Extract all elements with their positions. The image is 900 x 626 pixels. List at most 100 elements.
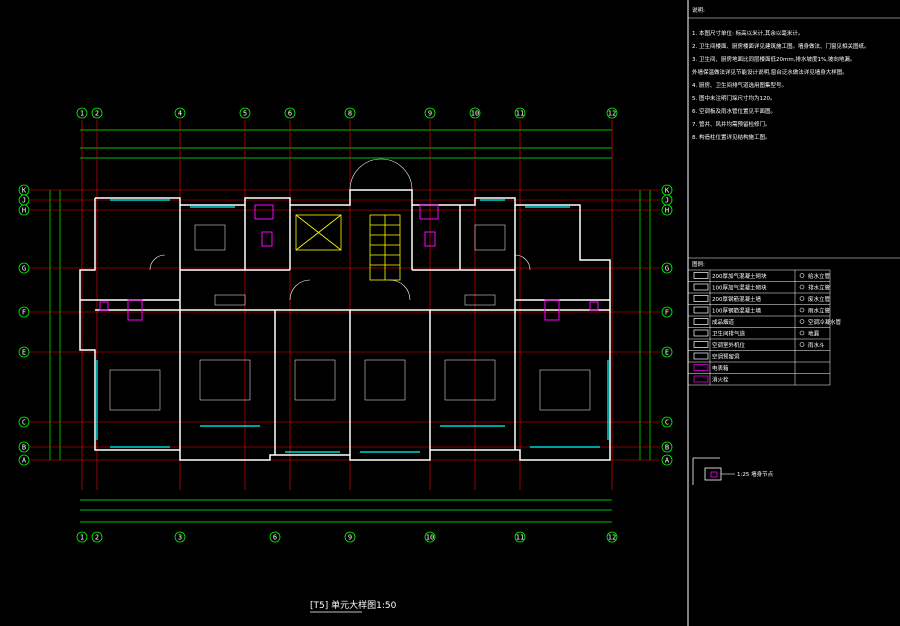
svg-text:电表箱: 电表箱 <box>712 364 729 372</box>
svg-text:200厚加气混凝土砌块: 200厚加气混凝土砌块 <box>712 272 767 280</box>
note-line: 6. 空调板及雨水管位置见平面图。 <box>692 107 776 115</box>
note-line: 外墙保温做法详见节能设计说明,窗台泛水做法详见墙身大样图。 <box>692 68 848 76</box>
svg-text:空调室外机位: 空调室外机位 <box>712 341 746 349</box>
svg-text:C: C <box>22 419 26 427</box>
svg-text:6: 6 <box>288 110 292 118</box>
axis-bubbles: 1 2 4 5 6 8 9 10 11 121 2 3 6 9 10 11 12K KJ JH HG GF FE EC CB B… <box>18 107 673 543</box>
axis-bubble-left: H <box>18 204 30 216</box>
axis-bubble-bottom: 12 <box>606 531 618 543</box>
svg-text:排水立管: 排水立管 <box>808 284 831 292</box>
svg-text:1: 1 <box>80 110 84 118</box>
svg-text:5: 5 <box>243 110 247 118</box>
axis-bubble-top: 11 <box>514 107 526 119</box>
legend-row: 100厚钢筋混凝土墙 雨水立管 <box>688 304 831 315</box>
svg-text:8: 8 <box>348 110 352 118</box>
svg-text:G: G <box>665 265 669 273</box>
svg-text:12: 12 <box>608 110 616 118</box>
svg-text:C: C <box>665 419 669 427</box>
axis-bubble-left: J <box>18 194 30 206</box>
axis-bubble-top: 1 <box>76 107 88 119</box>
legend-block: 图例: 200厚加气混凝土砌块 给水立管 100厚加气混凝土砌块 排水立管 200厚钢筋… <box>688 257 900 386</box>
axis-bubble-top: 4 <box>174 107 186 119</box>
svg-text:F: F <box>22 309 26 317</box>
note-line: 7. 管井、风井均需预留检修门。 <box>692 120 771 128</box>
note-line: 3. 卫生间、厨房地面比同层楼面低20mm,排水坡度1%,坡向地漏。 <box>692 55 855 63</box>
axis-bubble-right: C <box>661 416 673 428</box>
floor-plan-walls <box>79 189 611 461</box>
svg-text:2: 2 <box>95 110 99 118</box>
axis-bubble-right: H <box>661 204 673 216</box>
svg-text:B: B <box>22 444 26 452</box>
svg-text:空调冷凝水管: 空调冷凝水管 <box>808 318 842 326</box>
axis-bubble-top: 8 <box>344 107 356 119</box>
svg-text:F: F <box>665 309 669 317</box>
svg-text:给水立管: 给水立管 <box>808 272 831 280</box>
svg-text:6: 6 <box>273 534 277 542</box>
svg-text:B: B <box>665 444 669 452</box>
note-line: 4. 厨房、卫生间排气道选用图集型号。 <box>692 81 787 89</box>
svg-text:10: 10 <box>426 534 434 542</box>
axis-bubble-left: B <box>18 441 30 453</box>
axis-bubble-left: G <box>18 262 30 274</box>
svg-text:10: 10 <box>471 110 479 118</box>
axis-bubble-top: 2 <box>91 107 103 119</box>
svg-text:成品烟道: 成品烟道 <box>712 318 735 326</box>
svg-text:J: J <box>665 197 669 205</box>
svg-text:E: E <box>665 349 669 357</box>
axis-bubble-bottom: 1 <box>76 531 88 543</box>
svg-text:12: 12 <box>608 534 616 542</box>
axis-bubble-top: 6 <box>284 107 296 119</box>
detail-symbol: 1:25 墙身节点 <box>692 457 774 485</box>
axis-bubble-left: F <box>18 306 30 318</box>
drawing-title: [T5] 单元大样图1:50 <box>310 599 397 611</box>
svg-text:2: 2 <box>95 534 99 542</box>
legend-row: 消火栓 <box>688 373 830 384</box>
svg-text:11: 11 <box>516 110 524 118</box>
axis-bubble-top: 5 <box>239 107 251 119</box>
svg-text:消火栓: 消火栓 <box>712 376 729 384</box>
svg-text:J: J <box>22 197 26 205</box>
axis-bubble-right: A <box>661 454 673 466</box>
legend-row: 成品烟道 空调冷凝水管 <box>688 315 842 326</box>
svg-text:卫生间排气道: 卫生间排气道 <box>712 330 746 338</box>
axis-bubble-bottom: 9 <box>344 531 356 543</box>
axis-bubble-bottom: 11 <box>514 531 526 543</box>
svg-text:H: H <box>665 207 669 215</box>
legend-row: 100厚加气混凝土砌块 排水立管 <box>688 281 831 292</box>
door-swings <box>149 158 531 301</box>
axis-bubble-right: F <box>661 306 673 318</box>
svg-text:4: 4 <box>178 110 182 118</box>
svg-text:E: E <box>22 349 26 357</box>
legend-row: 空调预留洞 <box>688 350 830 361</box>
axis-bubble-left: K <box>18 184 30 196</box>
svg-text:200厚钢筋混凝土墙: 200厚钢筋混凝土墙 <box>712 295 761 303</box>
axis-bubble-bottom: 3 <box>174 531 186 543</box>
axis-bubble-top: 12 <box>606 107 618 119</box>
axis-bubble-bottom: 6 <box>269 531 281 543</box>
grid-lines <box>30 120 660 490</box>
stairwell <box>295 214 401 281</box>
notes-block: 说明: 1. 本图尺寸单位: 标高以米计,其余以毫米计。 2. 卫生间楼面、厨房… <box>688 6 900 141</box>
notes-header: 说明: <box>692 6 705 14</box>
axis-bubble-left: A <box>18 454 30 466</box>
axis-bubble-right: E <box>661 346 673 358</box>
note-line: 8. 构造柱位置详见结构施工图。 <box>692 133 771 141</box>
axis-bubble-top: 9 <box>424 107 436 119</box>
detail-label: 1:25 墙身节点 <box>737 470 774 478</box>
svg-text:空调预留洞: 空调预留洞 <box>712 353 740 361</box>
note-line: 2. 卫生间楼面、厨房楼面详见建筑施工图。墙身做法、门窗见相关图纸。 <box>692 42 870 50</box>
note-line: 5. 图中未注明门垛尺寸均为120。 <box>692 94 776 102</box>
cad-drawing: 1 2 4 5 6 8 9 10 11 121 2 3 6 9 10 11 12K KJ JH HG GF FE EC CB B… <box>18 0 900 626</box>
svg-text:9: 9 <box>348 534 352 542</box>
axis-bubble-bottom: 2 <box>91 531 103 543</box>
svg-text:废水立管: 废水立管 <box>808 295 831 303</box>
svg-text:1: 1 <box>80 534 84 542</box>
axis-bubble-right: B <box>661 441 673 453</box>
svg-text:100厚加气混凝土砌块: 100厚加气混凝土砌块 <box>712 284 767 292</box>
legend-row: 空调室外机位 雨水斗 <box>688 338 830 349</box>
svg-text:9: 9 <box>428 110 432 118</box>
windows <box>96 199 609 453</box>
axis-bubble-bottom: 10 <box>424 531 436 543</box>
svg-text:雨水立管: 雨水立管 <box>808 307 831 315</box>
legend-header: 图例: <box>692 260 705 268</box>
